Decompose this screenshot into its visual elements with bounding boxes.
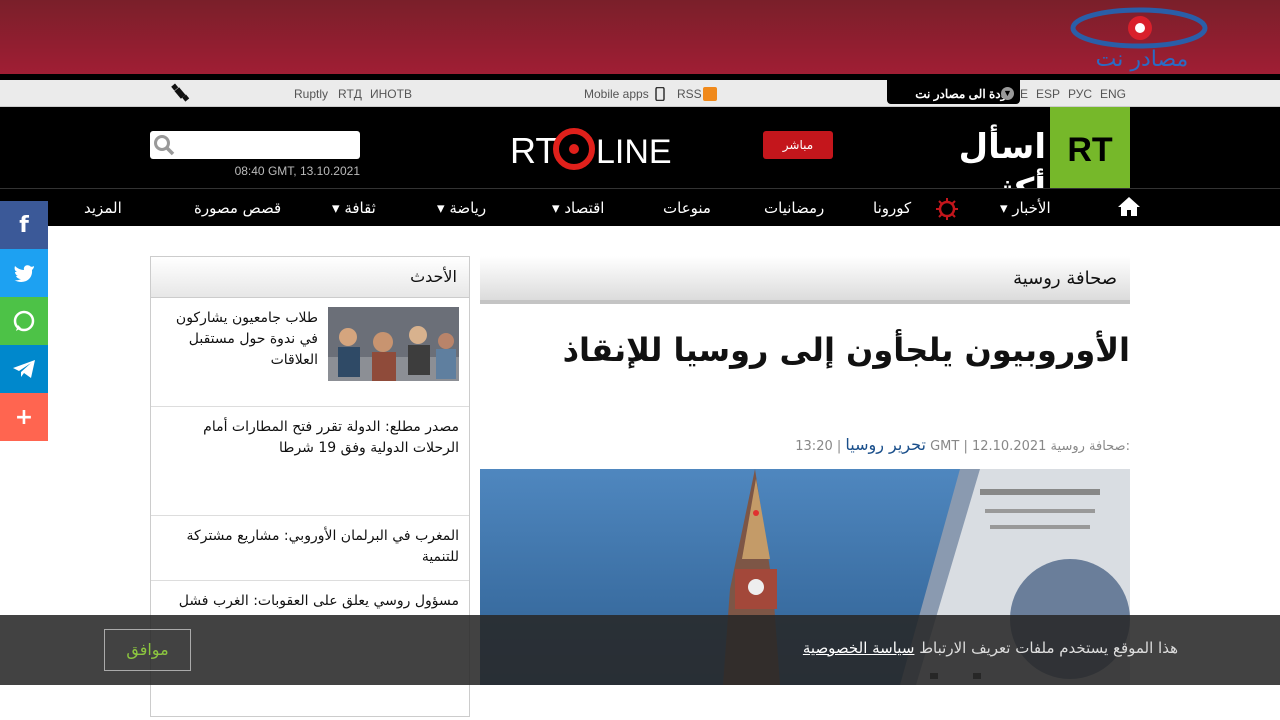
lang-e[interactable]: E	[1020, 87, 1028, 101]
nav-item-culture[interactable]: ▾ ثقافة	[332, 199, 376, 217]
facebook-icon: f	[19, 212, 29, 238]
cookie-text: هذا الموقع يستخدم ملفات تعريف الارتباط س…	[210, 639, 1178, 657]
live-button[interactable]: مباشر	[763, 131, 833, 159]
nav-item-corona[interactable]: كورونا	[873, 199, 911, 217]
article-date: 12.10.2021	[971, 439, 1047, 454]
nav-item-more[interactable]: المزيد	[84, 199, 122, 217]
nav-item-economy[interactable]: ▾ اقتصاد	[552, 199, 604, 217]
whatsapp-icon	[13, 310, 35, 332]
satellite-icon[interactable]	[170, 83, 192, 105]
rt-logo-text: RT	[1067, 131, 1113, 169]
mobile-apps-link[interactable]: Mobile apps	[584, 87, 649, 101]
nav-news-label: الأخبار	[1012, 199, 1051, 217]
section-title[interactable]: صحافة روسية	[1013, 268, 1117, 289]
home-icon[interactable]	[1117, 195, 1141, 217]
twitter-icon	[14, 265, 34, 282]
nav-item-variety[interactable]: منوعات	[663, 199, 711, 217]
masader-logo[interactable]: مصادر نت	[1066, 4, 1212, 72]
cookie-message: هذا الموقع يستخدم ملفات تعريف الارتباط	[919, 639, 1178, 657]
plus-icon: +	[14, 404, 34, 430]
news-title[interactable]: مسؤول روسي يعلق على العقوبات: الغرب فشل	[163, 591, 459, 612]
back-to-masader-button[interactable]: عودة الى مصادر نت ▼	[887, 80, 1020, 104]
news-title[interactable]: طلاب جامعيون يشاركون في ندوة حول مستقبل …	[160, 308, 318, 371]
lang-esp[interactable]: ESP	[1036, 87, 1060, 101]
article-author[interactable]: تحرير روسيا	[845, 435, 926, 454]
more-share-button[interactable]: +	[0, 393, 48, 441]
rt-logo[interactable]: RT	[1050, 107, 1130, 188]
site-header: 08:40 GMT, 13.10.2021 RT LINE مباشر اسأل…	[0, 107, 1280, 211]
news-thumbnail[interactable]	[328, 307, 459, 381]
twitter-share-button[interactable]	[0, 249, 48, 297]
search-input[interactable]	[150, 131, 360, 159]
svg-text:RT: RT	[510, 130, 557, 171]
list-item[interactable]: مصدر مطلع: الدولة تقرر فتح المطارات أمام…	[151, 406, 469, 516]
search-icon[interactable]	[153, 134, 175, 156]
banner-logo-text: مصادر نت	[1096, 47, 1189, 72]
svg-text:LINE: LINE	[596, 133, 672, 171]
latest-header: الأحدث	[150, 256, 470, 297]
nav-item-news[interactable]: ▾ الأخبار	[1000, 199, 1051, 217]
lang-rus[interactable]: РУС	[1068, 87, 1092, 101]
whatsapp-share-button[interactable]	[0, 297, 48, 345]
nav-item-sport[interactable]: ▾ رياضة	[437, 199, 486, 217]
telegram-share-button[interactable]	[0, 345, 48, 393]
facebook-share-button[interactable]: f	[0, 201, 48, 249]
rtonline-logo[interactable]: RT LINE	[508, 125, 680, 171]
list-item[interactable]: المغرب في البرلمان الأوروبي: مشاريع مشتر…	[151, 515, 469, 581]
privacy-policy-link[interactable]: سياسة الخصوصية	[803, 639, 915, 657]
cookie-banner: موافق هذا الموقع يستخدم ملفات تعريف الار…	[0, 615, 1280, 685]
news-title[interactable]: مصدر مطلع: الدولة تقرر فتح المطارات أمام…	[163, 417, 459, 459]
nav-item-ramadan[interactable]: رمضانيات	[764, 199, 824, 217]
nav-sport-label: رياضة	[449, 199, 487, 217]
top-banner: مصادر نت	[0, 0, 1280, 74]
rss-link[interactable]: RSS	[677, 87, 702, 101]
nav-item-photo-stories[interactable]: قصص مصورة	[194, 199, 281, 217]
list-item[interactable]: طلاب جامعيون يشاركون في ندوة حول مستقبل …	[151, 298, 469, 407]
telegram-icon	[13, 360, 35, 378]
author-prefix: صحافة روسية:	[1050, 439, 1130, 454]
link-rtd[interactable]: RTД	[338, 87, 362, 101]
nav-culture-label: ثقافة	[344, 199, 376, 217]
article-meta: تحرير روسيا | 13:20 GMT | 12.10.2021 صحا…	[480, 435, 1130, 454]
link-inotv[interactable]: ИНОТВ	[370, 87, 412, 101]
virus-icon	[936, 198, 958, 220]
back-label: عودة الى مصادر نت	[915, 87, 1014, 101]
main-nav: المزيد قصص مصورة ▾ ثقافة ▾ رياضة ▾ اقتصا…	[0, 188, 1280, 226]
article-headline: الأوروبيون يلجأون إلى روسيا للإنقاذ	[562, 331, 1130, 369]
section-header: صحافة روسية	[480, 256, 1130, 304]
meta-separator: |	[832, 439, 842, 454]
cookie-accept-button[interactable]: موافق	[104, 629, 191, 671]
news-title[interactable]: المغرب في البرلمان الأوروبي: مشاريع مشتر…	[163, 526, 459, 568]
header-slogan: اسأل أكثر	[958, 127, 1046, 211]
header-datetime: 08:40 GMT, 13.10.2021	[234, 164, 360, 178]
lang-eng[interactable]: ENG	[1100, 87, 1126, 101]
rss-icon	[703, 87, 717, 101]
latest-title: الأحدث	[410, 267, 457, 286]
chevron-down-icon: ▼	[1001, 87, 1014, 100]
meta-separator: |	[963, 439, 972, 454]
link-ruptly[interactable]: Ruptly	[294, 87, 328, 101]
nav-economy-label: اقتصاد	[564, 199, 605, 217]
phone-icon	[655, 87, 665, 101]
top-bar: Ruptly RTД ИНОТВ Mobile apps RSS عودة ال…	[0, 80, 1280, 107]
